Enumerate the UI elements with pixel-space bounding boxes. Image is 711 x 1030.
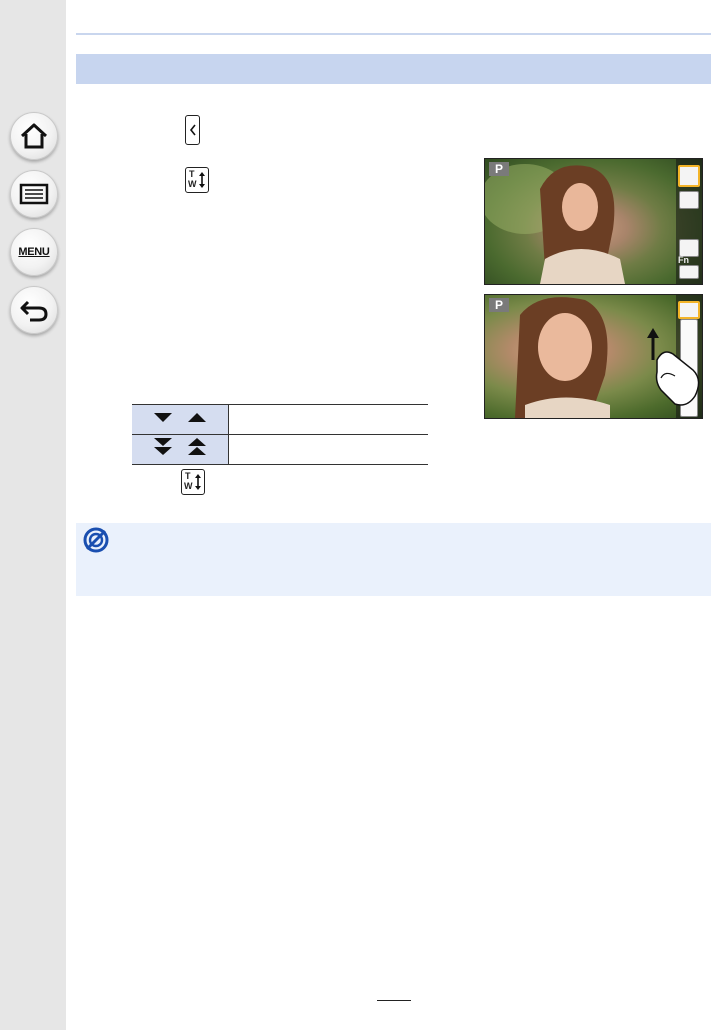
touch-tab-strip: Fn [676,159,702,284]
double-arrows-icon [154,438,206,455]
section-title-bar [76,54,711,84]
not-available-icon [83,527,109,553]
zoom-tab-button[interactable] [678,301,700,319]
fn-label: Fn [678,255,689,265]
menu-button[interactable]: MENU [10,228,58,276]
home-button[interactable] [10,112,58,160]
zoom-speed-table [132,404,428,465]
contents-button[interactable] [10,170,58,218]
menu-label: MENU [18,246,50,258]
table-row [132,434,428,465]
mode-badge: P [489,162,509,176]
header-rule [76,33,711,35]
table-cell [228,404,428,435]
page-number-rule [377,1000,411,1001]
touch-shutter-button[interactable] [679,191,699,209]
single-arrows-icon [154,413,206,422]
slow-zoom-arrows [132,404,229,435]
zoom-tw-icon: T W [181,469,205,495]
table-row [132,404,428,435]
camera-screen-1: P Fn [484,158,703,285]
contents-list-icon [19,183,49,205]
finger-drag-icon [647,328,700,406]
home-icon [20,123,48,149]
back-icon [20,300,48,322]
table-cell [228,434,428,465]
back-button[interactable] [10,286,58,334]
note-box [76,523,711,596]
zoom-tw-icon: T W [185,167,209,193]
zoom-tab-button[interactable] [678,165,700,187]
fast-zoom-arrows [132,434,229,465]
mode-badge: P [489,298,509,312]
side-tab-icon [185,115,200,145]
camera-screen-2: P Fn [484,294,703,419]
sidebar: MENU [0,0,66,1030]
fn-button[interactable] [679,265,699,279]
